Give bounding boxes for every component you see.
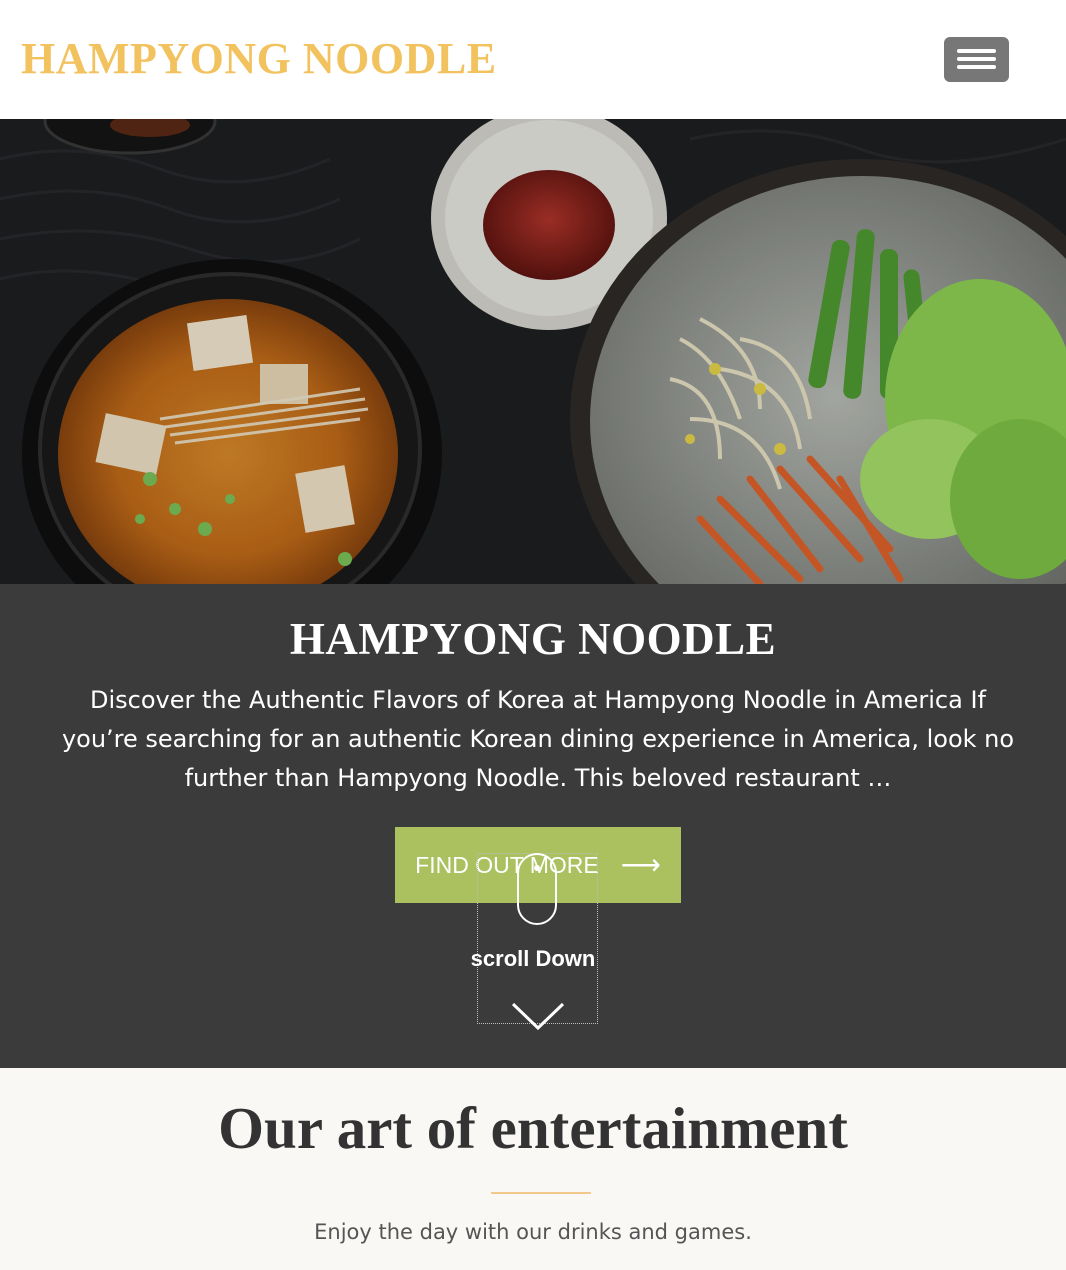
hero-title: HAMPYONG NOODLE [289,614,777,664]
hamburger-menu-button[interactable] [944,37,1009,82]
site-logo[interactable]: HAMPYONG NOODLE [21,33,497,85]
arrow-right-icon: ⟶ [620,849,661,880]
hamburger-bar [957,65,996,69]
hero-image [0,119,1066,584]
mouse-wheel [534,865,540,871]
section-divider [491,1192,591,1194]
site-header: HAMPYONG NOODLE [0,0,1066,119]
mouse-icon [517,853,557,925]
section-title: Our art of entertainment [218,1095,848,1161]
section-subtitle: Enjoy the day with our drinks and games. [314,1220,752,1244]
hamburger-menu-icon [957,49,996,53]
scroll-down-label: scroll Down [470,946,596,971]
chevron-down-icon [511,1002,565,1031]
hamburger-bar [957,57,996,61]
hero-description: Discover the Authentic Flavors of Korea … [61,686,1015,792]
